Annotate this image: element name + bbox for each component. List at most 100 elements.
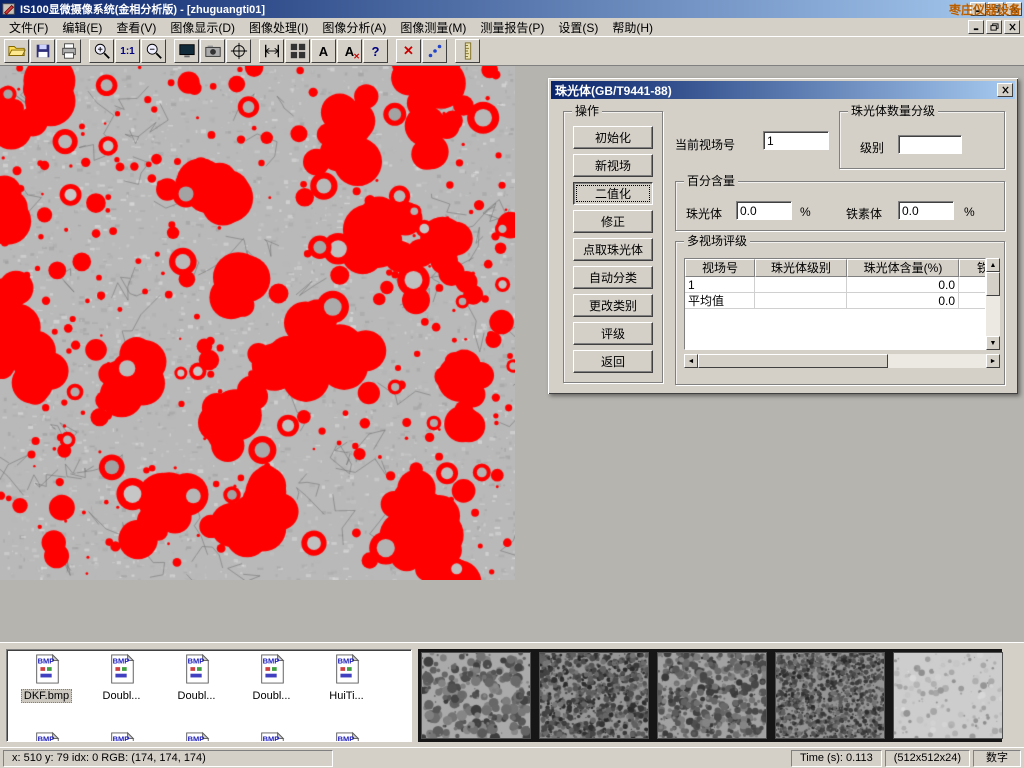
title-bar[interactable]: IS100显微摄像系统(金相分析版) - [zhuguangti01] <box>0 0 1024 18</box>
window-title: IS100显微摄像系统(金相分析版) - [zhuguangti01] <box>20 1 265 17</box>
dialog-title-bar[interactable]: 珠光体(GB/T9441-88) <box>551 81 1015 99</box>
zoom-out-icon[interactable] <box>141 39 166 63</box>
menu-bar: 文件(F)编辑(E)查看(V)图像显示(D)图像处理(I)图像分析(A)图像测量… <box>0 18 1024 37</box>
vertical-scroll-track[interactable] <box>986 296 1000 336</box>
op-button-6[interactable]: 自动分类 <box>573 266 653 289</box>
op-button-9[interactable]: 返回 <box>573 350 653 373</box>
table-row-2[interactable]: 平均值0.0 <box>685 293 985 309</box>
grade-input[interactable] <box>898 135 962 154</box>
table-header-1: 视场号 <box>685 259 755 277</box>
file-item-5[interactable]: BMP HuiTi... <box>309 650 384 703</box>
table-header-4: 铁素 <box>959 259 986 277</box>
ferrite-label: 铁素体 <box>846 205 882 222</box>
op-button-4[interactable]: 修正 <box>573 210 653 233</box>
table-cell <box>755 293 847 309</box>
text-delete-icon[interactable]: A✕ <box>337 39 362 63</box>
file-item-partial[interactable]: BMP <box>9 728 84 742</box>
target-icon[interactable] <box>226 39 251 63</box>
svg-text:BMP: BMP <box>262 734 279 742</box>
file-item-4[interactable]: BMPDoubl... <box>234 650 309 703</box>
thumbnail-5[interactable] <box>893 652 1003 739</box>
menu-item-6[interactable]: 图像分析(A) <box>315 18 393 37</box>
metallographic-image[interactable] <box>0 66 515 580</box>
bmp-file-icon: BMP <box>332 674 362 688</box>
open-folder-icon[interactable] <box>4 39 29 63</box>
minimize-button[interactable] <box>970 2 986 16</box>
text-label-icon-glyph: A <box>319 44 328 59</box>
file-name: Doubl... <box>251 690 293 702</box>
app-icon <box>2 2 16 16</box>
cut-icon[interactable]: ✕ <box>396 39 421 63</box>
measure-icon[interactable] <box>259 39 284 63</box>
help-icon-glyph: ? <box>372 44 380 59</box>
file-item-partial[interactable]: BMP <box>309 728 384 742</box>
zoom-in-icon[interactable] <box>89 39 114 63</box>
ruler-icon[interactable] <box>455 39 480 63</box>
svg-text:BMP: BMP <box>187 656 204 665</box>
table-cell <box>959 293 986 309</box>
table-header-2: 珠光体级别 <box>755 259 847 277</box>
menu-item-7[interactable]: 图像测量(M) <box>393 18 473 37</box>
op-button-1[interactable]: 初始化 <box>573 126 653 149</box>
file-item-partial[interactable]: BMP <box>234 728 309 742</box>
op-button-5[interactable]: 点取珠光体 <box>573 238 653 261</box>
current-field-input[interactable] <box>763 131 829 150</box>
menu-item-8[interactable]: 测量报告(P) <box>473 18 551 37</box>
thumbnail-1[interactable] <box>421 652 531 739</box>
grading-group: 珠光体数量分级 级别 <box>839 111 1005 169</box>
restore-button[interactable] <box>988 2 1004 16</box>
op-button-7[interactable]: 更改类别 <box>573 294 653 317</box>
scroll-down-button[interactable]: ▼ <box>986 336 1000 350</box>
vertical-scroll-thumb[interactable] <box>986 272 1000 296</box>
help-icon[interactable]: ? <box>363 39 388 63</box>
op-button-2[interactable]: 新视场 <box>573 154 653 177</box>
menu-item-3[interactable]: 查看(V) <box>109 18 163 37</box>
count-grid-icon[interactable] <box>285 39 310 63</box>
thumbnail-3[interactable] <box>657 652 767 739</box>
horizontal-scroll-track[interactable] <box>888 354 986 368</box>
menu-item-2[interactable]: 编辑(E) <box>55 18 109 37</box>
dialog-body: 操作 初始化新视场二值化修正点取珠光体自动分类更改类别评级返回 当前视场号 珠光… <box>551 99 1015 391</box>
camera-icon[interactable] <box>200 39 225 63</box>
file-item-2[interactable]: BMPDoubl... <box>84 650 159 703</box>
points-icon[interactable] <box>422 39 447 63</box>
file-item-1[interactable]: BMPDKF.bmp <box>9 650 84 703</box>
svg-text:BMP: BMP <box>37 734 54 742</box>
table-horizontal-scrollbar[interactable]: ◄ ► <box>684 354 1000 368</box>
menu-item-1[interactable]: 文件(F) <box>2 18 55 37</box>
menu-item-5[interactable]: 图像处理(I) <box>242 18 315 37</box>
text-label-icon[interactable]: A <box>311 39 336 63</box>
file-item-partial[interactable]: BMP <box>159 728 234 742</box>
file-item-3[interactable]: BMPDoubl... <box>159 650 234 703</box>
operations-group-label: 操作 <box>572 104 602 118</box>
ferrite-percent-input[interactable] <box>898 201 954 220</box>
print-icon[interactable] <box>56 39 81 63</box>
thumbnail-4[interactable] <box>775 652 885 739</box>
workspace: 珠光体(GB/T9441-88) 操作 初始化新视场二值化修正点取珠光体自动分类… <box>0 66 1024 642</box>
mdi-close-button[interactable] <box>1004 20 1020 34</box>
file-name: HuiTi... <box>327 690 365 702</box>
table-row-1[interactable]: 10.0 <box>685 277 985 293</box>
op-button-8[interactable]: 评级 <box>573 322 653 345</box>
mdi-minimize-button[interactable] <box>968 20 984 34</box>
actual-size-icon[interactable]: 1:1 <box>115 39 140 63</box>
menu-item-10[interactable]: 帮助(H) <box>605 18 660 37</box>
menu-item-9[interactable]: 设置(S) <box>551 18 605 37</box>
scroll-up-button[interactable]: ▲ <box>986 258 1000 272</box>
table-vertical-scrollbar[interactable]: ▲ ▼ <box>986 258 1000 350</box>
horizontal-scroll-thumb[interactable] <box>698 354 888 368</box>
toolbar: 1:1 A A✕? ✕ <box>0 37 1024 66</box>
mdi-restore-button[interactable] <box>986 20 1002 34</box>
save-icon[interactable] <box>30 39 55 63</box>
svg-text:BMP: BMP <box>37 656 54 665</box>
close-button[interactable] <box>1006 2 1022 16</box>
pearlite-percent-input[interactable] <box>736 201 792 220</box>
capture-icon[interactable] <box>174 39 199 63</box>
scroll-left-button[interactable]: ◄ <box>684 354 698 368</box>
op-button-3[interactable]: 二值化 <box>573 182 653 205</box>
file-item-partial[interactable]: BMP <box>84 728 159 742</box>
scroll-right-button[interactable]: ► <box>986 354 1000 368</box>
menu-item-4[interactable]: 图像显示(D) <box>163 18 242 37</box>
thumbnail-2[interactable] <box>539 652 649 739</box>
dialog-close-button[interactable] <box>997 83 1013 97</box>
